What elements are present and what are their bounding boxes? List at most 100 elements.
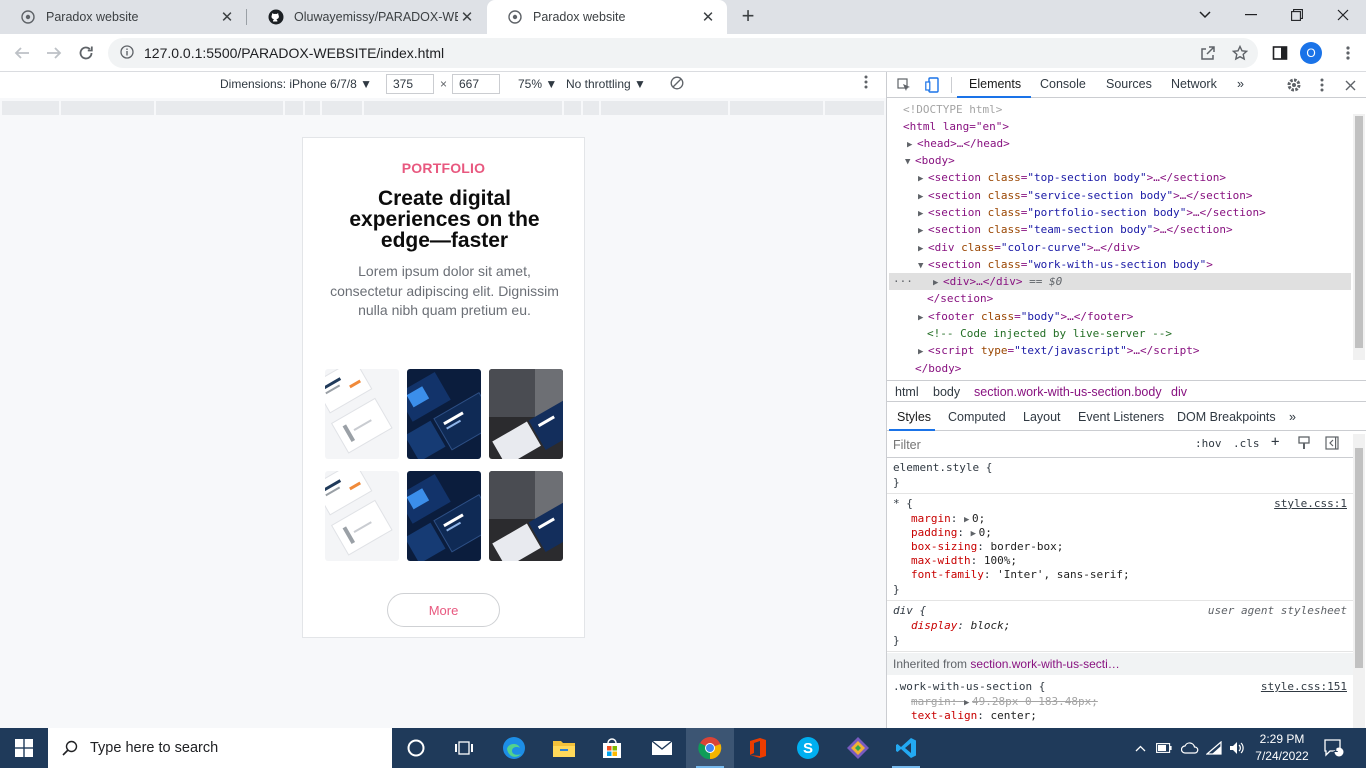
portfolio-image[interactable] (407, 369, 481, 459)
styles-filter-input[interactable] (893, 436, 1183, 454)
reload-icon[interactable] (74, 41, 98, 65)
dom-node-comment[interactable]: <!-- Code injected by live-server --> (927, 325, 1172, 342)
inherited-from-link[interactable]: section.work-with-us-secti… (970, 657, 1119, 671)
declaration[interactable]: max-width: 100%; (911, 554, 1017, 568)
site-info-icon[interactable] (120, 44, 134, 62)
rule-universal[interactable]: * { style.css:1 margin: ▶ 0; padding: ▶ 0;… (887, 494, 1353, 601)
tab-computed[interactable]: Computed (948, 410, 1006, 424)
new-tab-button[interactable]: + (736, 5, 760, 29)
back-arrow-icon[interactable] (10, 41, 34, 65)
mail-icon[interactable] (638, 728, 686, 768)
media-query-bar[interactable] (2, 101, 885, 115)
tab-search-chevron-icon[interactable] (1182, 0, 1228, 30)
more-style-tabs-chevron[interactable]: » (1289, 410, 1296, 424)
kebab-menu-icon[interactable] (1336, 41, 1360, 65)
dom-node-selected-div[interactable]: ··· ▶ <div>…</div> == $0 (889, 273, 1351, 290)
breadcrumb-html[interactable]: html (895, 385, 919, 399)
cloud-icon[interactable] (1178, 728, 1202, 768)
hov-toggle[interactable]: :hov (1195, 437, 1222, 450)
dom-node-head[interactable]: ▶ <head>…</head> (907, 135, 1010, 152)
breadcrumb-body[interactable]: body (933, 385, 960, 399)
dom-node-footer[interactable]: ▶ <footer class="body">…</footer> (918, 308, 1133, 325)
windows-start-icon[interactable] (0, 728, 48, 768)
forward-arrow-icon[interactable] (42, 41, 66, 65)
devtools-menu-icon[interactable] (1313, 76, 1331, 94)
declaration[interactable]: box-sizing: border-box; (911, 540, 1063, 554)
microsoft-store-icon[interactable] (588, 728, 636, 768)
dom-node-section[interactable]: ▶ <section class="portfolio-section body"… (918, 204, 1266, 221)
portfolio-image[interactable] (489, 471, 563, 561)
browser-tab-2[interactable]: Oluwayemissy/PARADOX-WEBSITE ✕ (248, 0, 486, 34)
declaration-overridden[interactable]: margin: ▶ 49.28px 0 183.48px; (911, 695, 1098, 709)
declaration[interactable]: font-family: 'Inter', sans-serif; (911, 568, 1130, 582)
dom-node-section[interactable]: ▶ <section class="service-section body">…… (918, 187, 1253, 204)
skype-icon[interactable]: S (784, 728, 832, 768)
profile-avatar[interactable]: O (1300, 42, 1322, 64)
url-text[interactable]: 127.0.0.1:5500/PARADOX-WEBSITE/index.htm… (144, 45, 444, 61)
task-view-icon[interactable] (440, 728, 488, 768)
paint-icon[interactable] (1297, 436, 1311, 453)
tab-sources[interactable]: Sources (1106, 77, 1152, 91)
wifi-icon[interactable] (1204, 728, 1224, 768)
minimize-icon[interactable] (1228, 0, 1274, 30)
dom-scrollbar[interactable] (1353, 114, 1365, 360)
volume-icon[interactable] (1226, 728, 1248, 768)
portfolio-image[interactable] (325, 369, 399, 459)
more-tabs-chevron[interactable]: » (1237, 77, 1244, 91)
vscode-icon[interactable] (882, 728, 930, 768)
dom-node-script[interactable]: ▶ <script type="text/javascript">…</scrip… (918, 342, 1200, 359)
rotate-icon[interactable] (670, 76, 684, 93)
share-icon[interactable] (1196, 41, 1220, 65)
restore-icon[interactable] (1274, 0, 1320, 30)
styles-scrollbar[interactable] (1353, 434, 1365, 728)
edge-icon[interactable] (490, 728, 538, 768)
browser-tab-1[interactable]: Paradox website ✕ (0, 0, 246, 34)
file-explorer-icon[interactable] (540, 728, 588, 768)
close-icon[interactable]: ✕ (458, 8, 476, 26)
cortana-icon[interactable] (392, 728, 440, 768)
tab-styles[interactable]: Styles (897, 410, 931, 424)
throttling-select[interactable]: No throttling ▼ (566, 77, 646, 91)
chrome-icon[interactable] (686, 728, 734, 768)
device-more-icon[interactable] (864, 75, 868, 93)
device-height-input[interactable] (452, 74, 500, 94)
notifications-icon[interactable]: 1 (1320, 728, 1348, 768)
device-toggle-icon[interactable] (923, 76, 941, 94)
declaration[interactable]: margin: ▶ 0; (911, 512, 985, 526)
source-link[interactable]: style.css:1 (1274, 497, 1347, 510)
rule-element-style[interactable]: element.style { } (887, 458, 1353, 494)
breadcrumb-section[interactable]: section.work-with-us-section.body (974, 385, 1162, 399)
toggle-sidebar-icon[interactable] (1325, 436, 1339, 453)
declaration[interactable]: padding: ▶ 0; (911, 526, 992, 540)
close-window-icon[interactable] (1320, 0, 1366, 30)
tab-layout[interactable]: Layout (1023, 410, 1061, 424)
dom-node-body-close[interactable]: </body> (915, 360, 961, 377)
dom-node-section-close[interactable]: </section> (927, 290, 993, 307)
portfolio-image[interactable] (407, 471, 481, 561)
cls-toggle[interactable]: .cls (1233, 437, 1260, 450)
tab-dom-breakpoints[interactable]: DOM Breakpoints (1177, 410, 1276, 424)
dom-node-html[interactable]: <html lang="en"> (903, 118, 1009, 135)
address-bar[interactable]: 127.0.0.1:5500/PARADOX-WEBSITE/index.htm… (108, 38, 1258, 68)
rule-work-with-us[interactable]: .work-with-us-section { style.css:151 ma… (887, 676, 1353, 728)
portfolio-image[interactable] (489, 369, 563, 459)
close-devtools-icon[interactable] (1341, 76, 1359, 94)
dom-node-section[interactable]: ▶ <section class="top-section body">…</se… (918, 169, 1226, 186)
dom-node-doctype[interactable]: <!DOCTYPE html> (903, 101, 1002, 118)
new-rule-plus-icon[interactable]: + (1271, 434, 1279, 450)
portfolio-image[interactable] (325, 471, 399, 561)
more-button[interactable]: More (387, 593, 500, 627)
dom-node-section[interactable]: ▼ <section class="work-with-us-section bo… (918, 256, 1213, 273)
tab-network[interactable]: Network (1171, 77, 1217, 91)
bookmark-star-icon[interactable] (1228, 41, 1252, 65)
device-dimensions-select[interactable]: Dimensions: iPhone 6/7/8 ▼ (220, 77, 372, 91)
inspect-element-icon[interactable] (895, 76, 913, 94)
dom-node-body[interactable]: ▼ <body> (905, 152, 955, 169)
battery-icon[interactable] (1154, 728, 1174, 768)
office-icon[interactable] (734, 728, 782, 768)
declaration[interactable]: text-align: center; (911, 709, 1037, 723)
tab-event-listeners[interactable]: Event Listeners (1078, 410, 1164, 424)
rule-div-user-agent[interactable]: div { user agent stylesheet display: blo… (887, 601, 1353, 652)
device-width-input[interactable] (386, 74, 434, 94)
dom-node-div[interactable]: ▶ <div class="color-curve">…</div> (918, 239, 1140, 256)
